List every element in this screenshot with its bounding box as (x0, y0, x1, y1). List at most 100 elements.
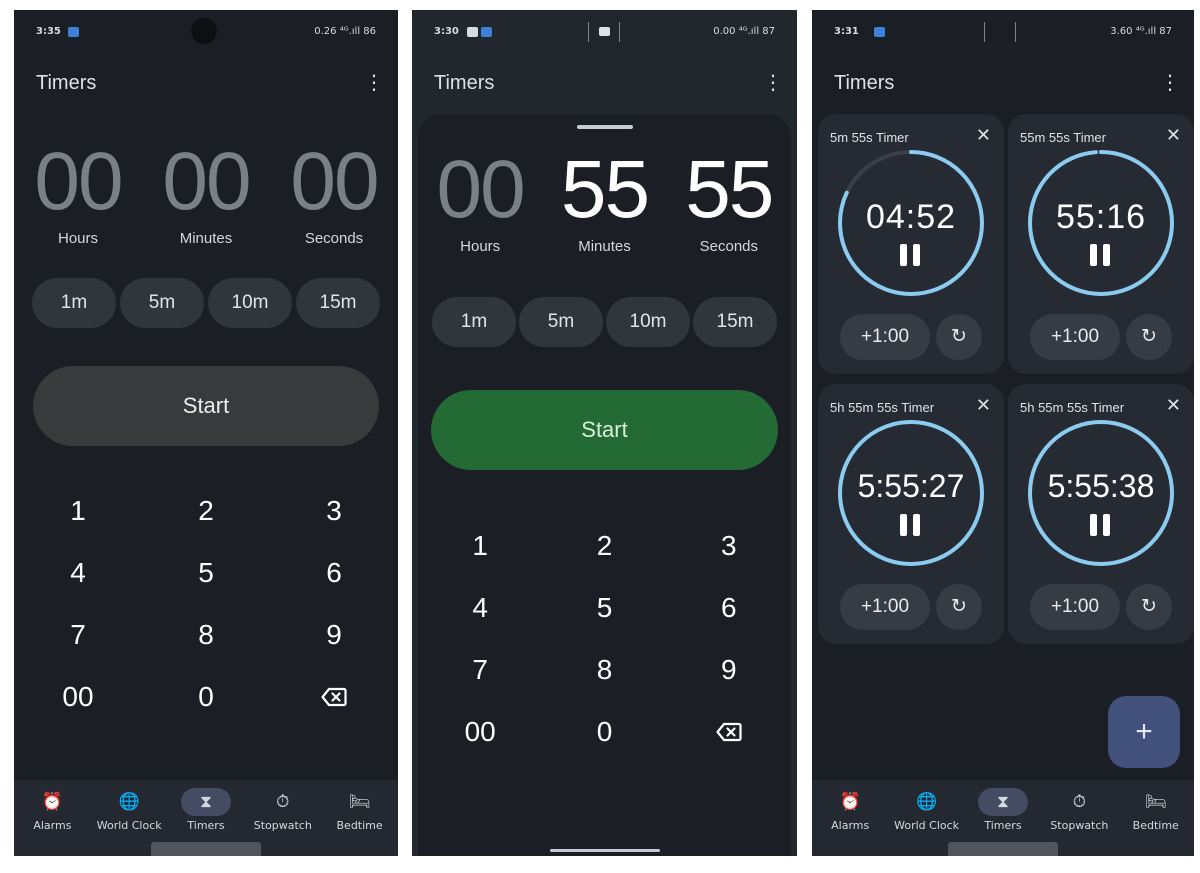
nav-alarms[interactable]: ⏰ Alarms (15, 788, 89, 856)
start-button[interactable]: Start (33, 366, 379, 446)
key-2[interactable]: 2 (542, 515, 666, 577)
key-9[interactable]: 9 (667, 639, 791, 701)
hours-field[interactable]: 00 Hours (23, 136, 133, 247)
notification-icon (874, 27, 885, 37)
timer-title: 5h 55m 55s Timer (830, 400, 935, 415)
running-timers-screen: 3:31 3.60 ⁴ᴳ.ıll 87 Timers ⋮ 5m 55s Time… (812, 10, 1194, 856)
seconds-label: Seconds (699, 238, 758, 255)
key-0[interactable]: 0 (142, 666, 270, 728)
close-icon[interactable]: ✕ (1166, 395, 1181, 416)
nav-bedtime[interactable]: 🛏 Bedtime (1119, 788, 1193, 856)
add-minute-button[interactable]: +1:00 (1030, 314, 1120, 360)
minutes-field[interactable]: 00 Minutes (151, 136, 261, 247)
timer-progress-ring[interactable]: 55:16 (1026, 148, 1176, 298)
add-minute-button[interactable]: +1:00 (840, 314, 930, 360)
nav-label: Bedtime (336, 819, 383, 832)
key-5[interactable]: 5 (542, 577, 666, 639)
status-time: 3:35 (36, 26, 61, 37)
timer-progress-ring[interactable]: 5:55:27 (836, 418, 986, 568)
live-activity-pill (984, 22, 1016, 42)
globe-icon: 🌐 (915, 792, 938, 812)
key-8[interactable]: 8 (542, 639, 666, 701)
more-options-icon[interactable]: ⋮ (1160, 72, 1180, 94)
more-options-icon[interactable]: ⋮ (763, 72, 783, 94)
timer-card[interactable]: 5h 55m 55s Timer ✕ 5:55:38 +1:00 ↻ (1008, 384, 1194, 644)
quick-15m-chip[interactable]: 15m (693, 297, 777, 347)
key-2[interactable]: 2 (142, 480, 270, 542)
pause-icon[interactable] (1090, 514, 1112, 536)
hours-label: Hours (57, 230, 98, 247)
quick-5m-chip[interactable]: 5m (519, 297, 603, 347)
notification-icon (481, 27, 492, 37)
hours-value: 00 (436, 144, 526, 235)
notification-icon (467, 27, 478, 37)
minutes-value: 55 (560, 144, 650, 235)
hours-value: 00 (34, 136, 123, 227)
timer-progress-ring[interactable]: 04:52 (836, 148, 986, 298)
backspace-key[interactable] (270, 666, 398, 728)
backspace-key[interactable] (667, 701, 791, 763)
key-8[interactable]: 8 (142, 604, 270, 666)
quick-15m-chip[interactable]: 15m (296, 278, 380, 328)
quick-1m-chip[interactable]: 1m (32, 278, 116, 328)
key-3[interactable]: 3 (667, 515, 791, 577)
pause-icon[interactable] (900, 514, 922, 536)
seconds-field[interactable]: 55 Seconds (674, 144, 784, 255)
key-0[interactable]: 0 (542, 701, 666, 763)
key-6[interactable]: 6 (270, 542, 398, 604)
close-icon[interactable]: ✕ (1166, 125, 1181, 146)
nav-label: Timers (984, 819, 1022, 832)
quick-5m-chip[interactable]: 5m (120, 278, 204, 328)
key-7[interactable]: 7 (14, 604, 142, 666)
status-time: 3:31 (834, 26, 859, 37)
key-1[interactable]: 1 (418, 515, 542, 577)
drag-handle[interactable] (576, 125, 633, 129)
key-6[interactable]: 6 (667, 577, 791, 639)
pause-icon[interactable] (900, 244, 922, 266)
key-7[interactable]: 7 (418, 639, 542, 701)
remaining-time: 5:55:27 (857, 468, 965, 504)
page-title: Timers (434, 72, 495, 94)
key-4[interactable]: 4 (418, 577, 542, 639)
key-00[interactable]: 00 (418, 701, 542, 763)
bottom-navigation: ⏰ Alarms 🌐 World Clock ⧗ Timers ⏱ Stopwa… (14, 780, 398, 856)
reset-icon[interactable]: ↻ (936, 314, 982, 360)
pause-icon[interactable] (1090, 244, 1112, 266)
more-options-icon[interactable]: ⋮ (364, 72, 384, 94)
key-3[interactable]: 3 (270, 480, 398, 542)
timer-card[interactable]: 5m 55s Timer ✕ 04:52 +1:00 ↻ (818, 114, 1004, 374)
minutes-field[interactable]: 55 Minutes (549, 144, 659, 255)
stopwatch-icon: ⏱ (276, 792, 290, 812)
add-minute-button[interactable]: +1:00 (1030, 584, 1120, 630)
quick-10m-chip[interactable]: 10m (606, 297, 690, 347)
nav-alarms[interactable]: ⏰ Alarms (813, 788, 887, 856)
hourglass-icon: ⧗ (977, 788, 1028, 816)
key-9[interactable]: 9 (270, 604, 398, 666)
reset-icon[interactable]: ↻ (936, 584, 982, 630)
seconds-field[interactable]: 00 Seconds (279, 136, 389, 247)
quick-1m-chip[interactable]: 1m (432, 297, 516, 347)
timer-card[interactable]: 55m 55s Timer ✕ 55:16 +1:00 ↻ (1008, 114, 1194, 374)
page-title: Timers (36, 72, 97, 94)
remaining-time: 55:16 (1055, 198, 1147, 236)
nav-bedtime[interactable]: 🛏 Bedtime (323, 788, 397, 856)
gesture-handle (151, 842, 261, 856)
hours-field[interactable]: 00 Hours (425, 144, 535, 255)
key-4[interactable]: 4 (14, 542, 142, 604)
key-1[interactable]: 1 (14, 480, 142, 542)
reset-icon[interactable]: ↻ (1126, 584, 1172, 630)
timer-card[interactable]: 5h 55m 55s Timer ✕ 5:55:27 +1:00 ↻ (818, 384, 1004, 644)
close-icon[interactable]: ✕ (976, 125, 991, 146)
add-timer-button[interactable]: + (1108, 696, 1180, 768)
reset-icon[interactable]: ↻ (1126, 314, 1172, 360)
add-minute-button[interactable]: +1:00 (840, 584, 930, 630)
close-icon[interactable]: ✕ (976, 395, 991, 416)
duration-display: 00 Hours 55 Minutes 55 Seconds (418, 144, 791, 255)
minutes-label: Minutes (578, 238, 631, 255)
key-00[interactable]: 00 (14, 666, 142, 728)
timer-bottom-sheet: 00 Hours 55 Minutes 55 Seconds 1m 5m 10m… (418, 114, 791, 856)
timer-progress-ring[interactable]: 5:55:38 (1026, 418, 1176, 568)
quick-10m-chip[interactable]: 10m (208, 278, 292, 328)
key-5[interactable]: 5 (142, 542, 270, 604)
start-button[interactable]: Start (431, 390, 778, 470)
